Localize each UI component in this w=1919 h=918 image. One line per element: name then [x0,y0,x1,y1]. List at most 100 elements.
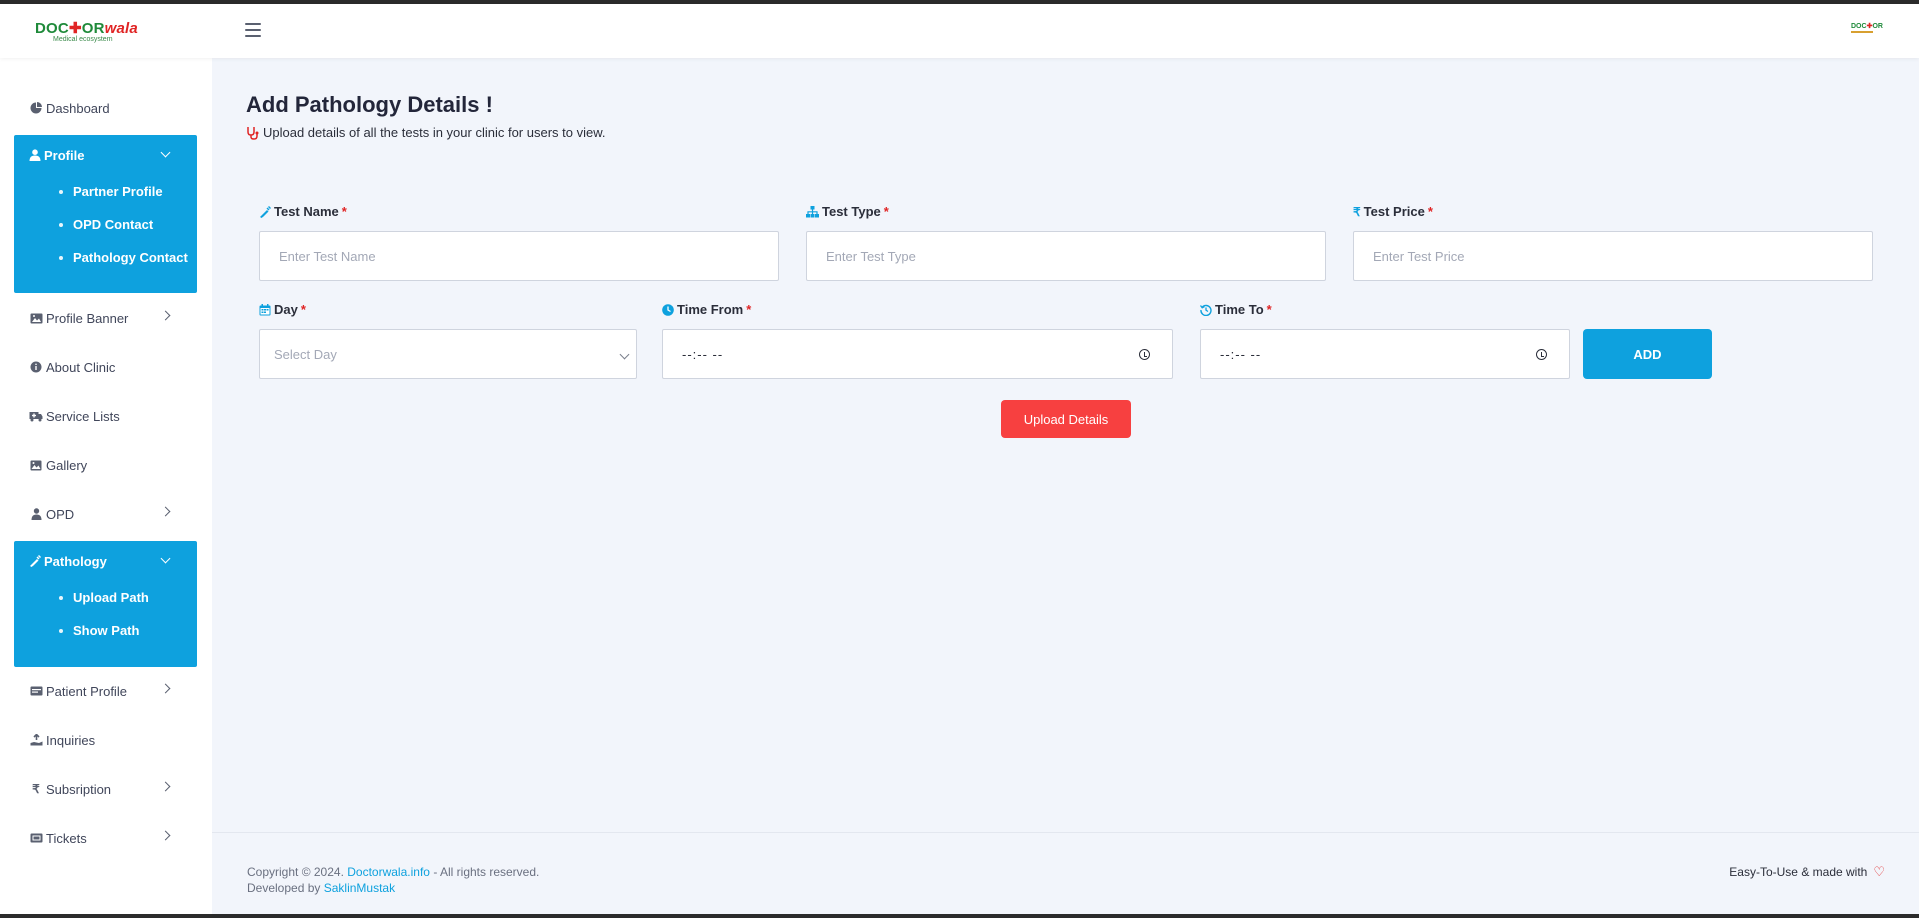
sidebar-item-about-clinic[interactable]: About Clinic [14,347,197,387]
sidebar-subitem-label: OPD Contact [73,217,154,232]
page-title: Add Pathology Details ! [246,92,493,117]
logo-text-or: OR [81,20,105,37]
syringe-icon [259,205,271,218]
required-mark: * [1266,302,1272,317]
ambulance-icon [29,409,43,423]
test-name-label: Test Name * [259,204,347,219]
sidebar-item-gallery[interactable]: Gallery [14,445,197,485]
test-type-input[interactable]: Enter Test Type [806,231,1326,281]
sidebar-item-label: Service Lists [46,408,120,424]
day-label: Day * [259,302,306,317]
rupee-icon: ₹ [1353,204,1361,219]
field-label-text: Time From [677,302,744,317]
user-avatar-logo[interactable]: DOC✚OR [1851,22,1883,42]
developer-link[interactable]: SaklinMustak [324,881,395,895]
test-type-label: Test Type * [806,204,889,219]
syringe-icon [29,555,41,567]
sidebar-item-patient-profile[interactable]: Patient Profile [14,671,197,711]
user-icon [29,149,41,161]
mini-logo-doc: DOC [1851,23,1867,30]
page-subtitle: Upload details of all the tests in your … [246,125,606,140]
doctor-icon [29,507,43,521]
sidebar-item-label: Gallery [46,457,88,473]
brand-logo[interactable]: DOC✚ORwala Medical ecosystem [35,19,145,47]
required-mark: * [341,204,347,219]
field-label-text: Test Price [1363,204,1425,219]
test-name-input[interactable]: Enter Test Name [259,231,779,281]
required-mark: * [300,302,306,317]
sidebar-item-tickets[interactable]: Tickets [14,818,197,858]
sidebar-subitem-label: Upload Path [73,590,149,605]
id-card-icon [29,684,43,698]
clock-icon[interactable] [1139,349,1150,360]
sidebar-item-profile[interactable]: Profile [14,135,197,175]
required-mark: * [746,302,752,317]
sidebar-subitem-opd-contact[interactable]: OPD Contact [14,208,197,241]
rights-text: - All rights reserved. [433,865,540,879]
sidebar-item-label: Subsription [46,781,112,797]
sidebar-subitem-upload-path[interactable]: Upload Path [14,581,197,614]
main-content: Add Pathology Details ! Upload details o… [212,58,1919,914]
chevron-right-icon [160,830,171,841]
sitemap-icon [806,205,819,218]
chevron-right-icon [160,310,171,321]
ticket-icon [29,831,43,845]
sidebar-subitem-show-path[interactable]: Show Path [14,614,197,647]
sidebar-item-inquiries[interactable]: Inquiries [14,720,197,760]
footer-tagline: Easy-To-Use & made with ♡ [1729,864,1885,880]
top-header: DOC✚ORwala Medical ecosystem DOC✚OR [0,4,1919,58]
sidebar-group-pathology: Pathology Upload Path Show Path [14,541,197,667]
chevron-right-icon [160,683,171,694]
hand-holding-icon [29,733,43,747]
time-to-input[interactable]: --:-- -- [1200,329,1570,379]
clock-icon [662,303,674,316]
input-placeholder: Enter Test Name [279,248,376,264]
upload-details-button[interactable]: Upload Details [1001,400,1131,438]
select-value: Select Day [274,346,337,362]
footer: Copyright © 2024. Doctorwala.info - All … [212,832,1919,914]
sidebar-item-service-lists[interactable]: Service Lists [14,396,197,436]
sidebar-subitem-label: Show Path [73,623,140,638]
developed-by-text: Developed by [247,881,321,895]
sidebar-subitem-partner-profile[interactable]: Partner Profile [14,175,197,208]
test-price-input[interactable]: Enter Test Price [1353,231,1873,281]
day-select[interactable]: Select Day [259,329,637,379]
sidebar-item-dashboard[interactable]: Dashboard [14,88,197,128]
test-price-label: ₹ Test Price * [1353,204,1433,219]
clock-icon[interactable] [1536,349,1547,360]
logo-tagline: Medical ecosystem [53,36,113,43]
field-label-text: Test Type [822,204,881,219]
required-mark: * [883,204,889,219]
field-label-text: Test Name [274,204,339,219]
sidebar-item-label: OPD [46,506,75,522]
image-icon [29,311,43,325]
heart-icon: ♡ [1873,864,1885,879]
chevron-right-icon [160,506,171,517]
footer-copyright: Copyright © 2024. Doctorwala.info - All … [247,864,539,896]
logo-cross-icon: ✚ [68,20,82,37]
calendar-icon [259,303,271,316]
logo-text-wala: wala [104,20,138,37]
site-link[interactable]: Doctorwala.info [347,865,430,879]
app-frame: DOC✚ORwala Medical ecosystem DOC✚OR Dash… [0,4,1919,914]
menu-toggle-icon[interactable] [245,23,261,37]
field-label-text: Time To [1215,302,1264,317]
sidebar-item-label: Inquiries [46,732,96,748]
sidebar-subitem-pathology-contact[interactable]: Pathology Contact [14,241,197,274]
tagline-text: Easy-To-Use & made with [1729,865,1868,879]
info-icon [29,360,43,374]
chevron-down-icon [619,349,630,360]
sidebar-item-subscription[interactable]: ₹ Subsription [14,769,197,809]
photo-icon [29,458,43,472]
field-label-text: Day [274,302,298,317]
required-mark: * [1427,204,1433,219]
add-button[interactable]: ADD [1583,329,1712,379]
page-subtitle-text: Upload details of all the tests in your … [263,125,606,140]
sidebar-item-opd[interactable]: OPD [14,494,197,534]
pie-chart-icon [29,101,43,115]
time-from-input[interactable]: --:-- -- [662,329,1173,379]
sidebar-item-profile-banner[interactable]: Profile Banner [14,298,197,338]
sidebar-item-pathology[interactable]: Pathology [14,541,197,581]
time-to-label: Time To * [1200,302,1272,317]
sidebar: Dashboard Profile Partner Profile OPD Co… [0,58,212,914]
